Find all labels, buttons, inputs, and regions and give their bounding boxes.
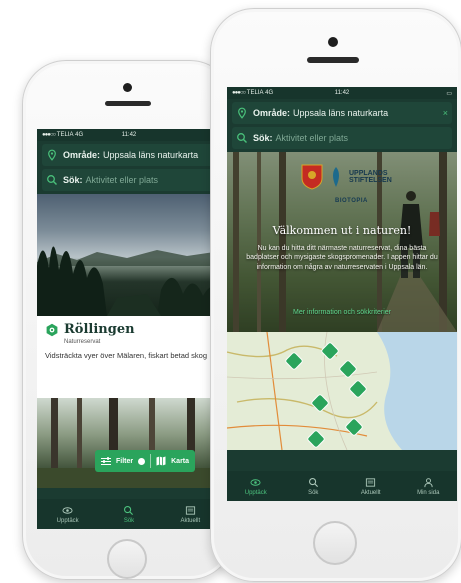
- tab-label: Aktuellt: [180, 517, 201, 524]
- reserve-flower-icon: [46, 323, 58, 336]
- location-pin-icon: [48, 149, 56, 161]
- earpiece-speaker: [307, 57, 359, 63]
- tab-sok[interactable]: Sök: [285, 471, 343, 501]
- tab-aktuellt[interactable]: Aktuellt: [342, 471, 400, 501]
- reserve-card[interactable]: Röllingen Naturreservat Vidsträckta vyer…: [37, 316, 221, 398]
- search-label: Sök:: [63, 175, 83, 185]
- tab-upptack[interactable]: Upptäck: [227, 471, 285, 501]
- tab-upptack[interactable]: Upptäck: [37, 499, 98, 529]
- tab-sok[interactable]: Sök: [98, 499, 159, 529]
- forest-scenery-icon: [37, 398, 221, 488]
- area-value: Uppsala läns naturkarta: [293, 108, 389, 118]
- sliders-icon: [101, 456, 111, 465]
- welcome-hero: UPPLANDS STIFTELSEN BIOTOPIA Välkommen u…: [227, 152, 457, 332]
- map-icon: [156, 456, 166, 466]
- eye-icon: [250, 478, 261, 486]
- person-icon: [424, 477, 433, 487]
- more-info-link[interactable]: Mer information och sökkriterier: [227, 309, 457, 316]
- news-icon: [185, 505, 195, 515]
- front-phone: ●●●○○ TELIA 4G 11:42 ▭ Område: Uppsala l…: [210, 8, 461, 582]
- tab-label: Min sida: [417, 489, 440, 496]
- search-placeholder: Aktivitet eller plats: [275, 133, 349, 143]
- map-terrain-icon: [227, 332, 457, 450]
- front-phone-screen: ●●●○○ TELIA 4G 11:42 ▭ Område: Uppsala l…: [227, 87, 457, 501]
- area-value: Uppsala läns naturkarta: [103, 150, 199, 160]
- intro-text: Nu kan du hitta ditt närmaste naturreser…: [246, 245, 438, 271]
- back-phone: ●●●○○ TELIA 4G 11:42 Område: Uppsala län…: [22, 60, 234, 580]
- news-icon: [366, 477, 376, 487]
- map-button[interactable]: Karta: [171, 458, 189, 465]
- location-pin-icon: [238, 107, 246, 119]
- tab-label: Aktuellt: [360, 489, 381, 496]
- search-placeholder: Aktivitet eller plats: [85, 175, 159, 185]
- tab-label: Upptäck: [56, 517, 79, 524]
- filter-button[interactable]: Filter: [116, 458, 133, 465]
- stiftelsen-leaf-icon: [333, 167, 339, 187]
- filter-map-toolbar: Filter Karta: [95, 450, 196, 472]
- front-camera: [123, 83, 132, 92]
- close-icon[interactable]: ×: [443, 108, 448, 118]
- reserve-photo-lake[interactable]: [37, 194, 221, 316]
- area-label: Område:: [63, 150, 101, 160]
- tab-label: Sök: [308, 489, 319, 496]
- lake-scenery-icon: [37, 246, 221, 316]
- search-icon: [47, 175, 57, 185]
- reserve-title: Röllingen: [64, 322, 135, 337]
- search-icon: [308, 477, 318, 487]
- search-field[interactable]: Sök: Aktivitet eller plats: [42, 169, 216, 191]
- reserve-type: Naturreservat: [64, 339, 101, 345]
- status-time: 11:42: [121, 132, 137, 138]
- tab-min-sida[interactable]: Min sida: [400, 471, 458, 501]
- area-label: Område:: [253, 108, 291, 118]
- status-bar: ●●●○○ TELIA 4G 11:42 ▭: [227, 87, 457, 99]
- status-bar: ●●●○○ TELIA 4G 11:42: [37, 129, 221, 141]
- county-shield-icon: [301, 164, 323, 190]
- search-label: Sök:: [253, 133, 273, 143]
- reserve-map[interactable]: [227, 332, 457, 450]
- filter-indicator-icon: [138, 457, 146, 465]
- welcome-title: Välkommen ut i naturen!: [272, 224, 412, 237]
- partner-logos: UPPLANDS STIFTELSEN: [301, 164, 392, 190]
- tab-label: Upptäck: [244, 489, 267, 496]
- home-button[interactable]: [107, 539, 147, 579]
- search-field[interactable]: Sök: Aktivitet eller plats: [232, 127, 452, 149]
- reserve-photo-forest[interactable]: Filter Karta: [37, 398, 221, 488]
- org-logo-text: UPPLANDS STIFTELSEN: [349, 169, 392, 184]
- eye-icon: [62, 506, 73, 514]
- front-camera: [328, 37, 338, 47]
- reserve-card-title-row: Röllingen: [45, 322, 213, 337]
- front-tab-bar: Upptäck Sök Aktuellt Min sida: [227, 471, 457, 501]
- earpiece-speaker: [105, 101, 151, 106]
- search-icon: [237, 133, 247, 143]
- back-tab-bar: Upptäck Sök Aktuellt: [37, 499, 221, 529]
- area-selector[interactable]: Område: Uppsala läns naturkarta: [42, 144, 216, 166]
- status-time: 11:42: [334, 90, 350, 96]
- reserve-description: Vidsträckta vyer över Mälaren, fiskart b…: [45, 351, 208, 360]
- tab-label: Sök: [123, 517, 135, 524]
- home-button[interactable]: [313, 521, 357, 565]
- area-selector[interactable]: Område: Uppsala läns naturkarta ×: [232, 102, 452, 124]
- search-icon: [124, 505, 134, 515]
- brand-logo-text: BIOTOPIA: [335, 198, 368, 204]
- toolbar-divider: [150, 454, 152, 468]
- back-phone-screen: ●●●○○ TELIA 4G 11:42 Område: Uppsala län…: [37, 129, 221, 529]
